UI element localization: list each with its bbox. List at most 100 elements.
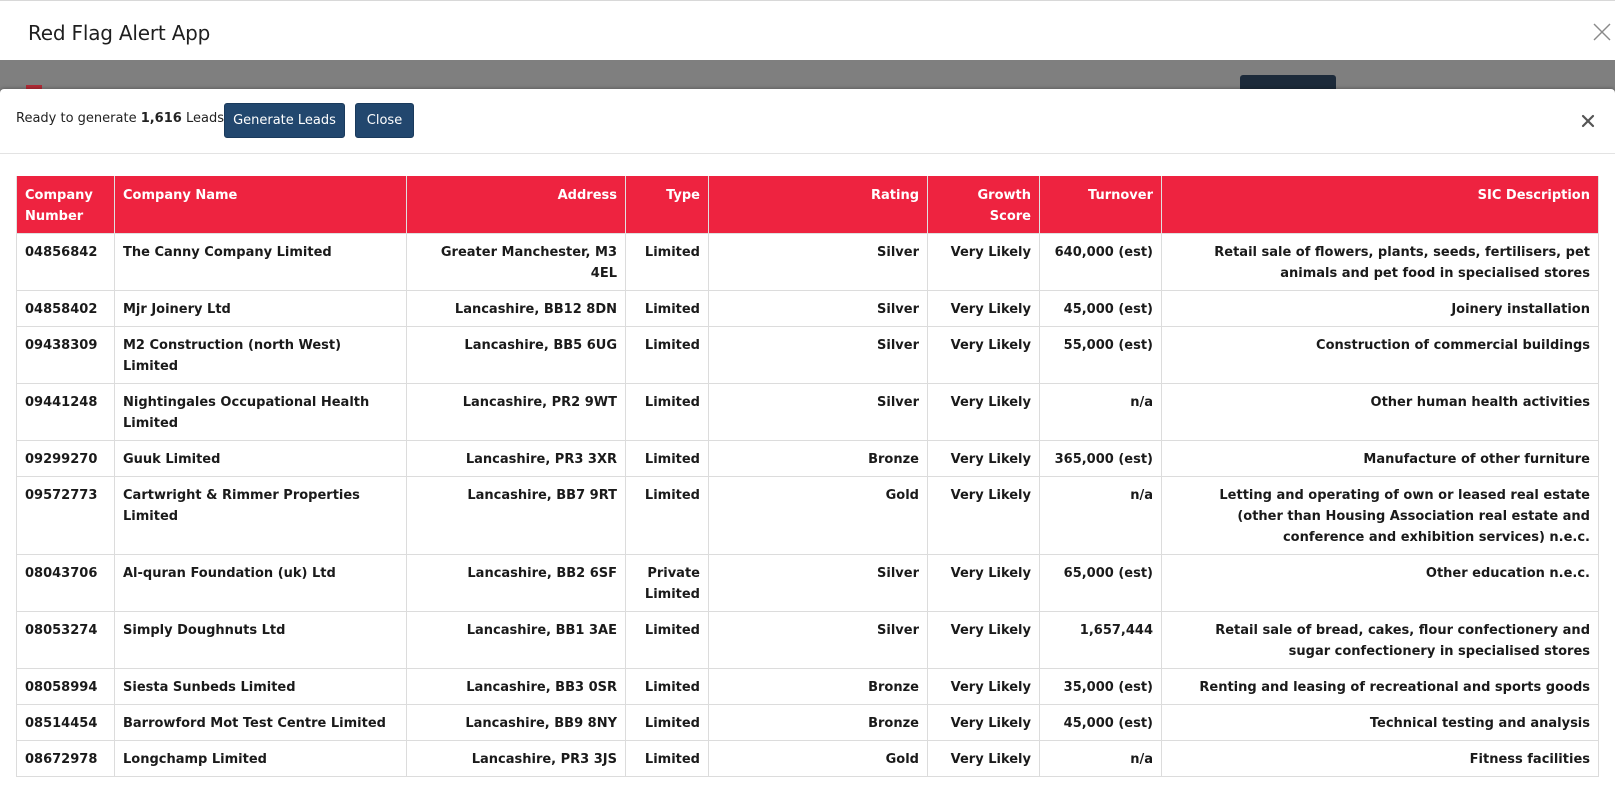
cell-sic: Retail sale of flowers, plants, seeds, f… bbox=[1161, 233, 1599, 291]
cell-turnover: 35,000 (est) bbox=[1039, 668, 1162, 705]
column-header-address[interactable]: Address bbox=[406, 176, 626, 234]
app-header: Red Flag Alert App bbox=[0, 0, 1615, 60]
cell-type: Private Limited bbox=[625, 554, 709, 612]
dialog-header: Ready to generate 1,616 Leads. Generate … bbox=[0, 89, 1615, 154]
column-header-company-number[interactable]: Company Number bbox=[16, 176, 115, 234]
cell-turnover: 65,000 (est) bbox=[1039, 554, 1162, 612]
column-header-type[interactable]: Type bbox=[625, 176, 709, 234]
column-header-sic-description[interactable]: SIC Description bbox=[1161, 176, 1599, 234]
cell-sic: Manufacture of other furniture bbox=[1161, 440, 1599, 477]
cell-number: 09572773 bbox=[16, 476, 115, 555]
app-title: Red Flag Alert App bbox=[28, 21, 211, 45]
leads-table: Company Number Company Name Address Type… bbox=[16, 176, 1599, 777]
cell-type: Limited bbox=[625, 326, 709, 384]
table-row[interactable]: 09572773 Cartwright & Rimmer Properties L… bbox=[16, 476, 1599, 555]
cell-rating: Silver bbox=[708, 383, 928, 441]
cell-type: Limited bbox=[625, 476, 709, 555]
cell-growth: Very Likely bbox=[927, 383, 1040, 441]
table-row[interactable]: 04856842 The Canny Company Limited Greater… bbox=[16, 233, 1599, 291]
cell-name: Barrowford Mot Test Centre Limited bbox=[114, 704, 407, 741]
cell-type: Limited bbox=[625, 383, 709, 441]
cell-sic: Joinery installation bbox=[1161, 290, 1599, 327]
cell-name: Guuk Limited bbox=[114, 440, 407, 477]
cell-sic: Technical testing and analysis bbox=[1161, 704, 1599, 741]
cell-address: Lancashire, BB2 6SF bbox=[406, 554, 626, 612]
cell-rating: Silver bbox=[708, 611, 928, 669]
cell-sic: Construction of commercial buildings bbox=[1161, 326, 1599, 384]
lead-count: 1,616 bbox=[140, 111, 182, 126]
table-row[interactable]: 09299270 Guuk Limited Lancashire, PR3 3XR L… bbox=[16, 440, 1599, 477]
cell-growth: Very Likely bbox=[927, 611, 1040, 669]
column-header-growth-score[interactable]: Growth Score bbox=[927, 176, 1040, 234]
cell-sic: Other education n.e.c. bbox=[1161, 554, 1599, 612]
cell-growth: Very Likely bbox=[927, 440, 1040, 477]
table-row[interactable]: 08043706 Al-quran Foundation (uk) Ltd Lanc… bbox=[16, 554, 1599, 612]
cell-sic: Letting and operating of own or leased r… bbox=[1161, 476, 1599, 555]
table-row[interactable]: 08514454 Barrowford Mot Test Centre Limit… bbox=[16, 704, 1599, 741]
table-header-row: Company Number Company Name Address Type… bbox=[16, 176, 1599, 234]
cell-number: 04856842 bbox=[16, 233, 115, 291]
cell-name: M2 Construction (north West) Limited bbox=[114, 326, 407, 384]
column-header-turnover[interactable]: Turnover bbox=[1039, 176, 1162, 234]
cell-turnover: n/a bbox=[1039, 476, 1162, 555]
cell-rating: Silver bbox=[708, 326, 928, 384]
table-row[interactable]: 08053274 Simply Doughnuts Ltd Lancashire, … bbox=[16, 611, 1599, 669]
cell-number: 08043706 bbox=[16, 554, 115, 612]
cell-sic: Other human health activities bbox=[1161, 383, 1599, 441]
cell-number: 09438309 bbox=[16, 326, 115, 384]
table-body: 04856842 The Canny Company Limited Greater… bbox=[16, 233, 1599, 777]
cell-growth: Very Likely bbox=[927, 326, 1040, 384]
cell-growth: Very Likely bbox=[927, 290, 1040, 327]
cell-growth: Very Likely bbox=[927, 476, 1040, 555]
ready-suffix: Leads. bbox=[181, 111, 229, 126]
cell-address: Lancashire, BB1 3AE bbox=[406, 611, 626, 669]
cell-rating: Bronze bbox=[708, 704, 928, 741]
cell-turnover: 55,000 (est) bbox=[1039, 326, 1162, 384]
cell-sic: Fitness facilities bbox=[1161, 740, 1599, 777]
cell-address: Lancashire, BB3 0SR bbox=[406, 668, 626, 705]
cell-turnover: 640,000 (est) bbox=[1039, 233, 1162, 291]
leads-dialog: Ready to generate 1,616 Leads. Generate … bbox=[0, 89, 1615, 789]
cell-number: 04858402 bbox=[16, 290, 115, 327]
cell-number: 08053274 bbox=[16, 611, 115, 669]
column-header-rating[interactable]: Rating bbox=[708, 176, 928, 234]
cell-address: Lancashire, PR3 3JS bbox=[406, 740, 626, 777]
cell-type: Limited bbox=[625, 740, 709, 777]
cell-type: Limited bbox=[625, 704, 709, 741]
cell-type: Limited bbox=[625, 290, 709, 327]
cell-growth: Very Likely bbox=[927, 740, 1040, 777]
cell-turnover: n/a bbox=[1039, 740, 1162, 777]
table-row[interactable]: 04858402 Mjr Joinery Ltd Lancashire, BB12 … bbox=[16, 290, 1599, 327]
cell-sic: Renting and leasing of recreational and … bbox=[1161, 668, 1599, 705]
table-row[interactable]: 08058994 Siesta Sunbeds Limited Lancashire… bbox=[16, 668, 1599, 705]
cell-rating: Silver bbox=[708, 290, 928, 327]
generate-leads-button[interactable]: Generate Leads bbox=[224, 103, 345, 138]
column-header-company-name[interactable]: Company Name bbox=[114, 176, 407, 234]
cell-name: Al-quran Foundation (uk) Ltd bbox=[114, 554, 407, 612]
cell-rating: Silver bbox=[708, 233, 928, 291]
table-row[interactable]: 08672978 Longchamp Limited Lancashire, PR3… bbox=[16, 740, 1599, 777]
cell-name: Nightingales Occupational Health Limited bbox=[114, 383, 407, 441]
table-row[interactable]: 09441248 Nightingales Occupational Health… bbox=[16, 383, 1599, 441]
cell-sic: Retail sale of bread, cakes, flour confe… bbox=[1161, 611, 1599, 669]
close-x-icon[interactable] bbox=[1580, 113, 1596, 129]
cell-name: Longchamp Limited bbox=[114, 740, 407, 777]
cell-number: 09299270 bbox=[16, 440, 115, 477]
cell-address: Lancashire, BB12 8DN bbox=[406, 290, 626, 327]
cell-address: Lancashire, BB7 9RT bbox=[406, 476, 626, 555]
cell-name: Siesta Sunbeds Limited bbox=[114, 668, 407, 705]
leads-table-container: Company Number Company Name Address Type… bbox=[16, 176, 1599, 777]
cell-address: Lancashire, BB9 8NY bbox=[406, 704, 626, 741]
cell-rating: Silver bbox=[708, 554, 928, 612]
close-icon[interactable] bbox=[1590, 20, 1614, 44]
cell-number: 09441248 bbox=[16, 383, 115, 441]
cell-growth: Very Likely bbox=[927, 554, 1040, 612]
close-button[interactable]: Close bbox=[355, 103, 414, 138]
cell-rating: Gold bbox=[708, 740, 928, 777]
table-row[interactable]: 09438309 M2 Construction (north West) Lim… bbox=[16, 326, 1599, 384]
cell-number: 08058994 bbox=[16, 668, 115, 705]
cell-turnover: 45,000 (est) bbox=[1039, 704, 1162, 741]
cell-type: Limited bbox=[625, 233, 709, 291]
cell-turnover: 1,657,444 bbox=[1039, 611, 1162, 669]
cell-turnover: n/a bbox=[1039, 383, 1162, 441]
